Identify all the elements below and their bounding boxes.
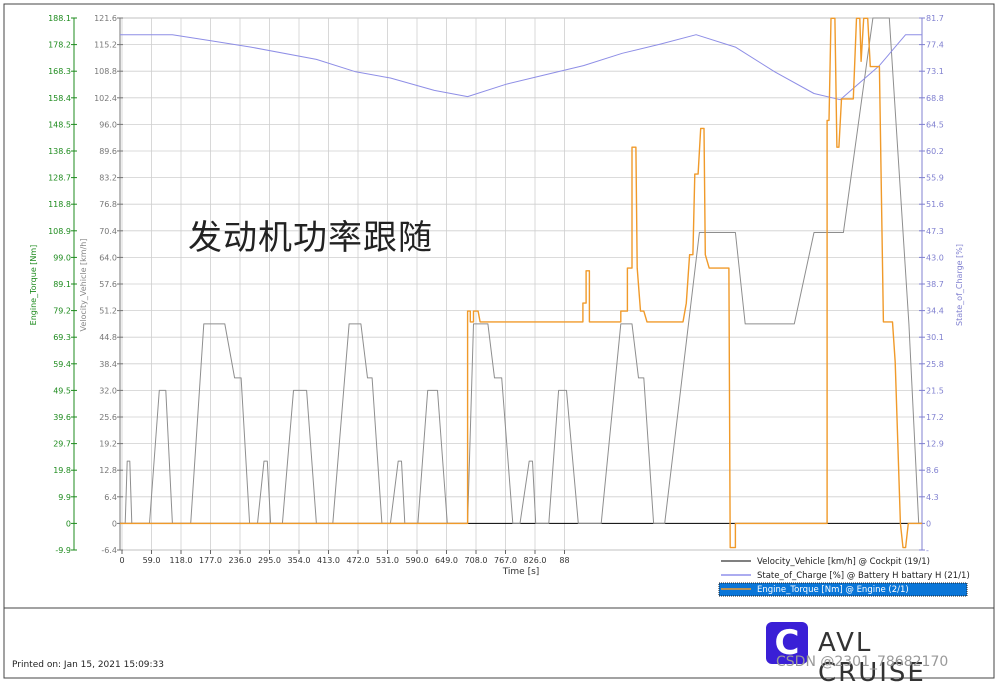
x-tick-label: 295.0 — [258, 556, 281, 565]
soc-tick-label: 64.5 — [926, 120, 944, 129]
printed-timestamp: Printed on: Jan 15, 2021 15:09:33 — [12, 660, 165, 670]
x-tick-label: 531.0 — [376, 556, 399, 565]
velocity-axis-label: Velocity_Vehicle [km/h] — [79, 239, 88, 332]
torque-tick-label: 168.3 — [48, 67, 71, 76]
soc-tick-label: 60.2 — [926, 147, 944, 156]
torque-tick-label: 188.1 — [48, 14, 71, 23]
velocity-tick-label: 64.0 — [99, 253, 117, 262]
velocity-tick-label: 108.8 — [94, 67, 117, 76]
soc-tick-label: 81.7 — [926, 14, 944, 23]
velocity-tick-label: 44.8 — [99, 333, 117, 342]
soc-tick-label: 25.8 — [926, 360, 944, 369]
torque-tick-label: 118.8 — [48, 200, 71, 209]
torque-tick-label: 0 — [66, 519, 71, 528]
velocity-tick-label: 102.4 — [94, 94, 117, 103]
soc-tick-label: 38.7 — [926, 280, 944, 289]
velocity-tick-label: 121.6 — [94, 14, 117, 23]
legend-entry-soc: State_of_Charge [%] @ Battery H battary … — [757, 571, 970, 581]
x-tick-label: 590.0 — [406, 556, 429, 565]
soc-tick-label: 17.2 — [926, 413, 944, 422]
x-tick-label: 88 — [559, 556, 569, 565]
soc-tick-label: 43.0 — [926, 253, 944, 262]
velocity-tick-label: 96.0 — [99, 120, 117, 129]
x-tick-label: 826.0 — [524, 556, 547, 565]
velocity-tick-label: 6.4 — [104, 493, 117, 502]
torque-tick-label: -9.9 — [55, 546, 71, 555]
torque-tick-label: 99.0 — [53, 253, 71, 262]
velocity-tick-label: 38.4 — [99, 360, 117, 369]
soc-tick-label: 68.8 — [926, 94, 944, 103]
velocity-tick-label: 115.2 — [94, 41, 117, 50]
chart-frame: 188.1 178.2 168.3 158.4 148.5 138.6 128.7 118.8… — [3, 3, 995, 679]
overlay-title: 发动机功率跟随 — [188, 218, 433, 258]
x-tick-label: 708.0 — [465, 556, 488, 565]
torque-tick-label: 9.9 — [58, 493, 71, 502]
soc-tick-label: 34.4 — [926, 307, 944, 316]
soc-tick-label: 12.9 — [926, 440, 944, 449]
torque-tick-label: 89.1 — [53, 280, 71, 289]
soc-tick-label: 4.3 — [926, 493, 939, 502]
velocity-tick-label: 19.2 — [99, 440, 117, 449]
x-tick-label: 118.0 — [170, 556, 193, 565]
soc-axis-label: State_of_Charge [%] — [955, 244, 964, 326]
velocity-tick-label: 0 — [112, 519, 117, 528]
x-tick-label: 236.0 — [229, 556, 252, 565]
x-axis-label: Time [s] — [502, 567, 540, 577]
soc-tick-label: 55.9 — [926, 174, 944, 183]
velocity-tick-label: 83.2 — [99, 174, 117, 183]
velocity-tick-label: 12.8 — [99, 466, 117, 475]
x-tick-label: 354.0 — [288, 556, 311, 565]
torque-tick-label: 138.6 — [48, 147, 71, 156]
torque-tick-label: 79.2 — [53, 307, 71, 316]
torque-axis-label: Engine_Torque [Nm] — [29, 245, 38, 326]
torque-tick-label: 29.7 — [53, 440, 71, 449]
x-tick-label: 59.0 — [143, 556, 161, 565]
soc-tick-label: 47.3 — [926, 227, 944, 236]
watermark: CSDN @2301_78682170 — [776, 654, 949, 670]
torque-tick-label: 108.9 — [48, 227, 71, 236]
x-tick-label: 649.0 — [435, 556, 458, 565]
grid — [120, 17, 922, 551]
velocity-tick-label: 89.6 — [99, 147, 117, 156]
velocity-tick-label: 25.6 — [99, 413, 117, 422]
torque-tick-label: 178.2 — [48, 41, 71, 50]
legend: Velocity_Vehicle [km/h] @ Cockpit (19/1)… — [718, 553, 970, 597]
x-tick-label: 0 — [119, 556, 124, 565]
torque-tick-label: 49.5 — [53, 386, 71, 395]
legend-entry-torque: Engine_Torque [Nm] @ Engine (2/1) — [757, 585, 909, 595]
velocity-tick-label: 32.0 — [99, 386, 117, 395]
soc-tick-label: 77.4 — [926, 41, 944, 50]
torque-tick-label: 158.4 — [48, 94, 71, 103]
torque-tick-label: 128.7 — [48, 174, 71, 183]
x-tick-label: 767.0 — [494, 556, 517, 565]
velocity-tick-label: 70.4 — [99, 227, 117, 236]
soc-tick-label: 30.1 — [926, 333, 944, 342]
soc-tick-label: 0 — [926, 519, 931, 528]
x-tick-label: 413.0 — [317, 556, 340, 565]
x-tick-label: 472.0 — [347, 556, 370, 565]
soc-tick-label: 51.6 — [926, 200, 944, 209]
soc-tick-label: 73.1 — [926, 67, 944, 76]
velocity-tick-label: 57.6 — [99, 280, 117, 289]
soc-tick-label: 8.6 — [926, 466, 939, 475]
torque-tick-label: 148.5 — [48, 120, 71, 129]
x-tick-label: 177.0 — [199, 556, 222, 565]
torque-tick-label: 69.3 — [53, 333, 71, 342]
velocity-tick-label: -6.4 — [101, 546, 117, 555]
legend-entry-velocity: Velocity_Vehicle [km/h] @ Cockpit (19/1) — [757, 557, 930, 567]
velocity-tick-label: 76.8 — [99, 200, 117, 209]
torque-tick-label: 19.8 — [53, 466, 71, 475]
soc-tick-label: 21.5 — [926, 386, 944, 395]
torque-tick-label: 59.4 — [53, 360, 71, 369]
velocity-tick-label: 51.2 — [99, 307, 117, 316]
torque-tick-label: 39.6 — [53, 413, 71, 422]
